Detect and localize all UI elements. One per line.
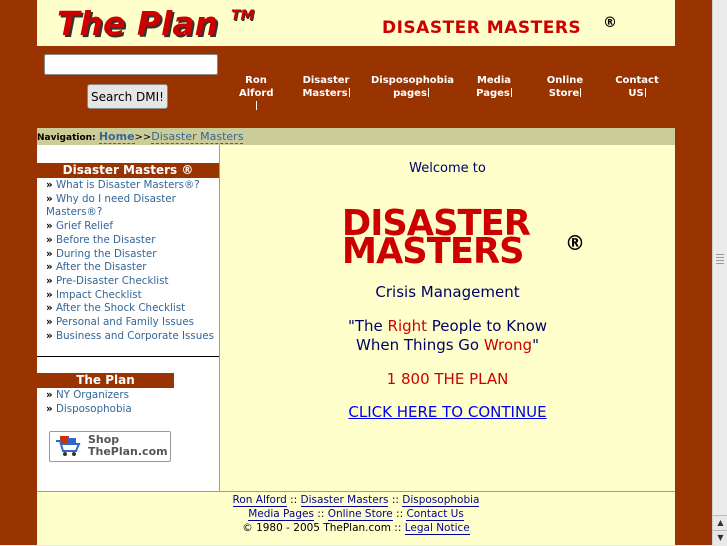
sidebar-plan-title: The Plan	[37, 373, 174, 388]
nav-label-line1: Disposophobia	[371, 75, 455, 86]
nav-ron-alford[interactable]: Ron Alford	[239, 74, 273, 113]
sidebar-item[interactable]: » Grief Relief	[46, 220, 219, 234]
crisis-management-text: Crisis Management	[375, 283, 520, 301]
welcome-text: Welcome to	[409, 161, 486, 176]
breadcrumb-current[interactable]: Disaster Masters	[151, 130, 244, 144]
sidebar-item[interactable]: » Impact Checklist	[46, 289, 219, 303]
disaster-masters-logo-line2: MASTERS	[341, 231, 525, 272]
continue-link[interactable]: CLICK HERE TO CONTINUE	[220, 403, 675, 421]
nav-label-line2: pages	[393, 88, 427, 99]
nav-label-line1: Online	[546, 75, 584, 86]
tagline-quote: "The Right People to Know When Things Go…	[347, 317, 548, 354]
sidebar-item[interactable]: » Before the Disaster	[46, 234, 219, 248]
nav-disaster-masters[interactable]: Disaster Masters	[301, 74, 351, 100]
logo-registered-mark: ®	[565, 231, 585, 255]
footer-link-media-pages[interactable]: Media Pages	[248, 508, 314, 521]
sidebar-item[interactable]: » During the Disaster	[46, 248, 219, 262]
sidebar-dm-list: » What is Disaster Masters®? » Why do I …	[37, 178, 219, 343]
sidebar-item[interactable]: » Why do I need Disaster Masters®?	[46, 193, 219, 220]
header: The Plan TM DISASTER MASTERS ®	[37, 0, 675, 47]
site-logo[interactable]: The Plan	[57, 4, 218, 43]
sidebar-plan-list: » NY Organizers » Disposophobia	[37, 388, 174, 416]
sidebar-the-plan: The Plan » NY Organizers » Disposophobia…	[37, 373, 174, 491]
header-title: DISASTER MASTERS	[382, 18, 582, 38]
breadcrumb-home-link[interactable]: Home	[98, 130, 135, 144]
sidebar-disaster-masters: Disaster Masters ® » What is Disaster Ma…	[37, 163, 219, 343]
footer-link-legal-notice[interactable]: Legal Notice	[404, 522, 470, 535]
shop-theplan-button[interactable]: Shop ThePlan.com	[49, 431, 171, 462]
nav-label-line1: Media	[476, 75, 512, 86]
sidebar-item[interactable]: » Personal and Family Issues	[46, 316, 219, 330]
footer-link-online-store[interactable]: Online Store	[327, 508, 393, 521]
sidebar-item[interactable]: » After the Shock Checklist	[46, 302, 219, 316]
nav-label-line2: Pages	[476, 88, 510, 99]
header-title-registered: ®	[603, 15, 617, 31]
nav-label-line1: Contact	[615, 75, 659, 86]
nav-label-line2: Masters	[302, 88, 348, 99]
sidebar-item[interactable]: » Disposophobia	[46, 403, 174, 417]
footer-link-ron-alford[interactable]: Ron Alford	[232, 494, 287, 507]
vertical-scrollbar[interactable]: ▲ ▼	[712, 0, 727, 545]
shop-label-line2: ThePlan.com	[88, 445, 168, 458]
sidebar-divider	[37, 356, 219, 357]
nav-bar: Search DMI! Ron Alford Disaster Masters …	[37, 47, 675, 128]
page-container: The Plan TM DISASTER MASTERS ® Search DM…	[37, 0, 675, 545]
nav-label-line2: Alford	[239, 88, 274, 99]
sidebar-item[interactable]: » Pre-Disaster Checklist	[46, 275, 219, 289]
shopping-cart-icon	[56, 436, 81, 456]
phone-number: 1 800 THE PLAN	[386, 370, 509, 388]
sidebar-item[interactable]: » NY Organizers	[46, 389, 174, 403]
search-button[interactable]: Search DMI!	[87, 84, 168, 109]
footer-link-disaster-masters[interactable]: Disaster Masters	[300, 494, 389, 507]
logo-trademark: TM	[231, 8, 255, 24]
nav-label-line2: US	[628, 88, 644, 99]
nav-label-line1: Disaster	[302, 75, 350, 86]
sidebar-dm-title: Disaster Masters ®	[37, 163, 219, 178]
sidebar-item[interactable]: » Business and Corporate Issues	[46, 330, 219, 344]
footer: Ron Alford :: Disaster Masters :: Dispos…	[37, 491, 675, 546]
main-content: Welcome to DISASTER MASTERS ® Crisis Man…	[220, 145, 675, 491]
nav-media-pages[interactable]: Media Pages	[471, 74, 517, 100]
nav-label-line2: Store	[548, 88, 580, 99]
sidebar-item[interactable]: » After the Disaster	[46, 261, 219, 275]
breadcrumb-label: Navigation:	[37, 133, 96, 143]
nav-contact-us[interactable]: Contact US	[613, 74, 661, 100]
nav-disposophobia[interactable]: Disposophobia pages	[371, 74, 455, 100]
scroll-down-arrow-icon[interactable]: ▼	[713, 530, 727, 545]
scroll-up-arrow-icon[interactable]: ▲	[713, 515, 727, 530]
footer-link-disposophobia[interactable]: Disposophobia	[402, 494, 480, 507]
nav-label-line1: Ron	[245, 75, 267, 86]
footer-copyright: © 1980 - 2005 ThePlan.com	[242, 522, 391, 534]
nav-online-store[interactable]: Online Store	[543, 74, 587, 100]
breadcrumb-separator: >>	[134, 132, 152, 143]
search-input[interactable]	[44, 54, 218, 75]
sidebar-item[interactable]: » What is Disaster Masters®?	[46, 179, 219, 193]
scrollbar-grip-icon[interactable]	[716, 254, 724, 270]
footer-link-contact-us[interactable]: Contact Us	[406, 508, 464, 521]
breadcrumb: Navigation: Home>>Disaster Masters	[37, 128, 675, 145]
